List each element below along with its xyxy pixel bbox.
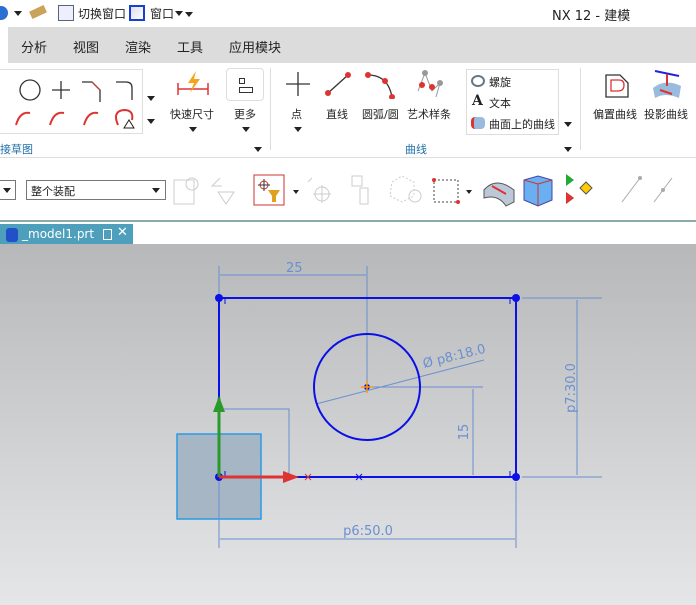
dim-width: p6:50.0	[343, 524, 393, 539]
dim-15: 15	[457, 424, 472, 441]
sketch-canvas[interactable]: 25 p6:50.0 p7:30.0 15 Ø p8:18.0	[0, 0, 696, 605]
dim-25: 25	[286, 261, 303, 276]
dim-height: p7:30.0	[564, 363, 579, 413]
graphics-viewport[interactable]: 25 p6:50.0 p7:30.0 15 Ø p8:18.0	[0, 244, 696, 605]
dimension-lines	[218, 266, 602, 548]
circle-center-marker	[361, 381, 373, 393]
